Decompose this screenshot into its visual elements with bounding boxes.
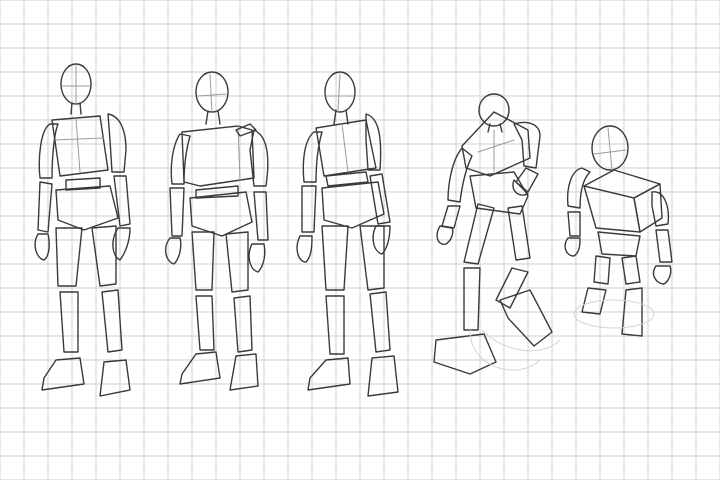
right-shin (325, 295, 345, 355)
left-upper-arm (365, 113, 382, 171)
right-forearm (441, 205, 461, 229)
left-foot (99, 359, 131, 397)
right-shin (195, 295, 215, 351)
right-hand (34, 233, 50, 261)
right-forearm (301, 185, 317, 233)
right-shin (59, 291, 79, 353)
left-forearm (655, 229, 673, 263)
mannequin-high-angle (564, 125, 673, 337)
pelvis (597, 231, 641, 257)
shoulder-top (583, 169, 661, 199)
left-thigh (359, 225, 385, 291)
right-forearm (37, 181, 53, 233)
sketch-canvas (0, 0, 720, 480)
right-hand (436, 225, 454, 245)
mannequin-front (34, 63, 131, 397)
pelvis (189, 191, 253, 237)
left-thigh (225, 231, 249, 293)
right-foot (179, 351, 221, 385)
right-upper-arm (170, 133, 191, 185)
right-thigh (463, 203, 495, 265)
left-thigh (621, 255, 641, 285)
right-upper-arm (302, 131, 323, 183)
right-thigh (55, 227, 83, 287)
left-shin (233, 295, 253, 353)
left-shin (101, 289, 123, 353)
right-shin (463, 267, 481, 331)
right-forearm (169, 187, 185, 237)
left-hand (652, 265, 672, 285)
right-foot (433, 333, 497, 375)
left-shin (369, 291, 391, 353)
neck (487, 123, 503, 133)
right-upper-arm (447, 147, 473, 203)
sketch-sheet (0, 0, 720, 480)
left-hand (248, 243, 266, 273)
left-foot (229, 353, 259, 391)
right-hand (564, 237, 581, 257)
neck (205, 110, 221, 125)
right-upper-arm (38, 123, 59, 179)
left-foot (367, 355, 399, 397)
pelvis (55, 185, 119, 231)
right-thigh (191, 231, 215, 291)
right-foot (307, 357, 351, 391)
right-upper-arm (566, 167, 591, 209)
right-thigh (321, 225, 349, 291)
left-upper-arm (107, 113, 127, 173)
right-thigh (593, 255, 611, 285)
mannequin-low-angle (433, 93, 561, 375)
left-foot (499, 289, 553, 347)
chest (583, 185, 641, 233)
grid-lines (0, 0, 720, 480)
